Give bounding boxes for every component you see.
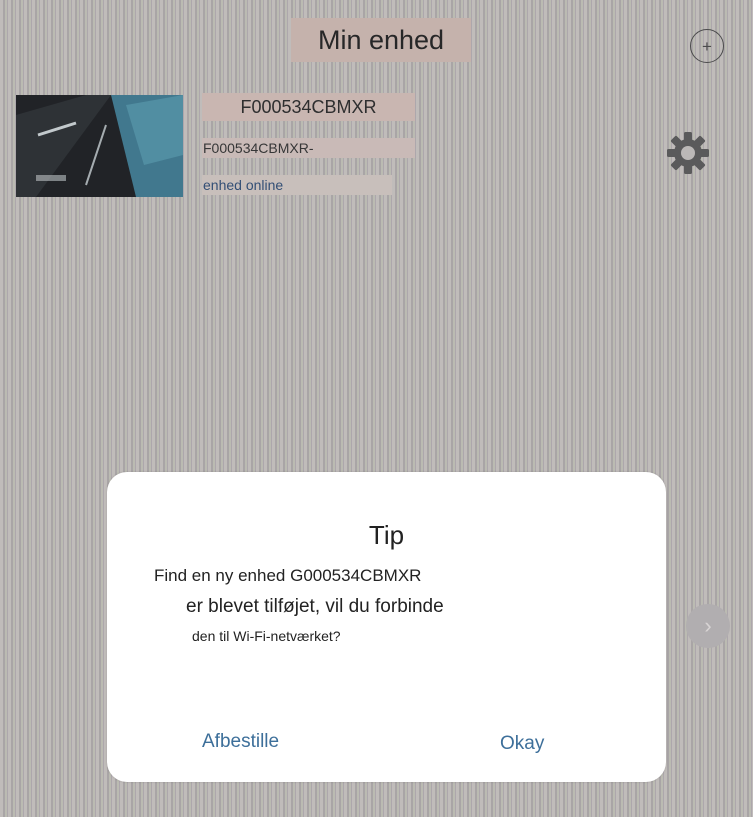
dialog-message-line-2: er blevet tilføjet, vil du forbinde [186, 596, 444, 617]
chevron-right-button: › [686, 604, 730, 648]
dialog-title: Tip [368, 520, 405, 550]
dialog-message-line-1: Find en ny enhed G000534CBMXR [154, 566, 422, 585]
ok-button[interactable]: Okay [500, 733, 544, 755]
cancel-button[interactable]: Afbestille [202, 731, 279, 753]
chevron-right-icon: › [704, 613, 712, 638]
dialog-message-line-3: den til Wi-Fi-netværket? [192, 628, 341, 644]
tip-dialog: Tip Find en ny enhed G000534CBMXR er ble… [107, 472, 666, 782]
